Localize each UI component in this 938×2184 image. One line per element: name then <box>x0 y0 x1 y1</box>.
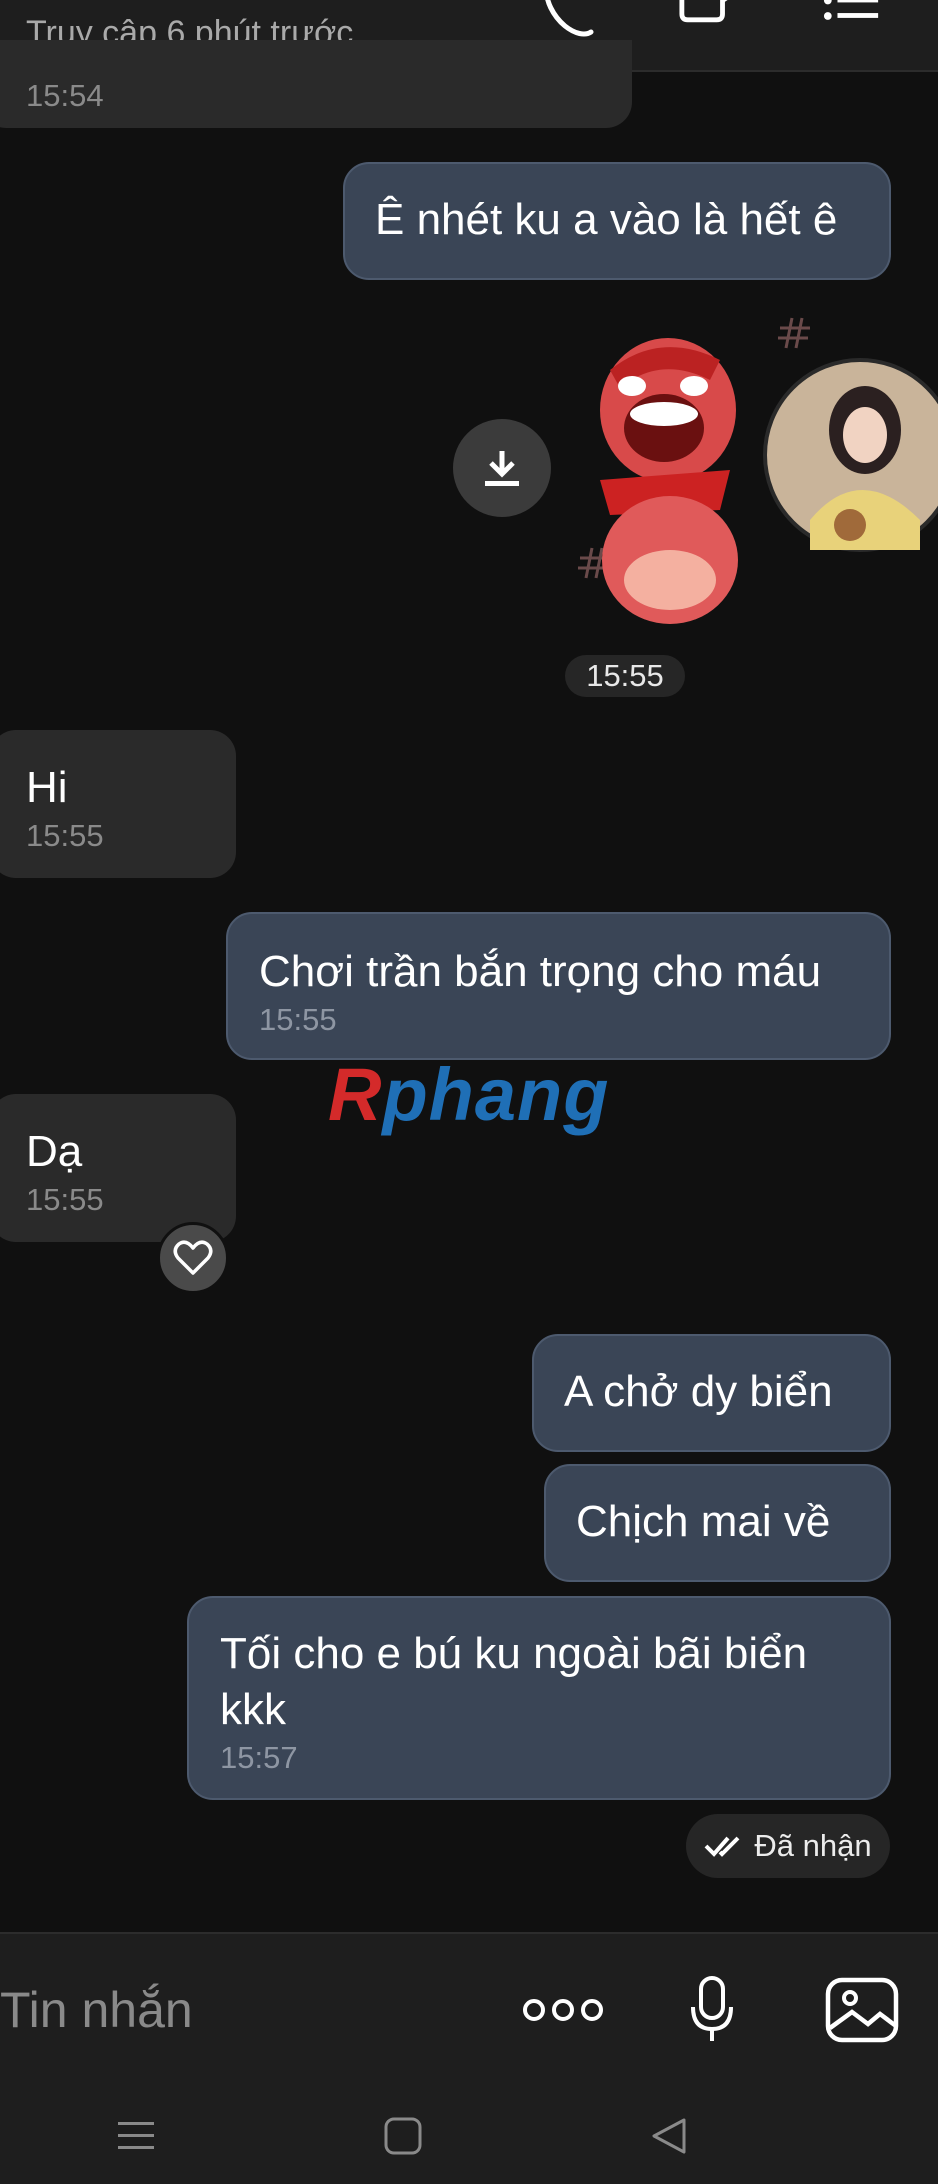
double-check-icon <box>704 1836 740 1857</box>
watermark-logo: Rphang <box>328 1053 610 1136</box>
message-text-line: Tối cho e bú ku ngoài bãi biển <box>220 1629 808 1678</box>
message-bubble-incoming[interactable]: Hi 15:55 <box>0 730 236 878</box>
message-bubble-outgoing[interactable]: Chịch mai về <box>544 1464 891 1582</box>
download-icon <box>485 451 519 486</box>
message-time: 15:55 <box>26 818 104 853</box>
menu-list-icon[interactable] <box>822 0 882 40</box>
home-icon[interactable] <box>373 2106 433 2166</box>
video-call-icon[interactable] <box>678 0 738 40</box>
message-composer <box>0 1932 938 2082</box>
message-bubble-outgoing[interactable]: A chở dy biển <box>532 1334 891 1452</box>
phone-icon[interactable] <box>537 0 597 40</box>
sticker-image[interactable] <box>560 310 938 630</box>
message-time: 15:54 <box>26 78 104 113</box>
message-text: Chịch mai về <box>576 1497 831 1546</box>
message-bubble-outgoing[interactable]: Ê nhét ku a vào là hết ê <box>343 162 891 280</box>
download-button[interactable] <box>453 419 551 517</box>
message-bubble-outgoing[interactable]: Chơi trần bắn trọng cho máu 15:55 <box>226 912 891 1060</box>
message-text: Hi <box>26 763 68 812</box>
image-icon[interactable] <box>822 1974 902 2046</box>
system-navigation-bar <box>0 2082 938 2184</box>
heart-icon <box>173 1240 213 1275</box>
message-text: Chơi trần bắn trọng cho máu <box>259 947 822 996</box>
message-text: Ê nhét ku a vào là hết ê <box>375 195 838 244</box>
back-icon[interactable] <box>640 2106 700 2166</box>
recent-apps-icon[interactable] <box>106 2106 166 2166</box>
react-heart-button[interactable] <box>157 1222 229 1294</box>
delivery-status-text: Đã nhận <box>754 1828 872 1863</box>
message-bubble-incoming[interactable]: Dạ 15:55 <box>0 1094 236 1242</box>
more-options-icon[interactable] <box>520 1980 606 2040</box>
message-text-line: kkk <box>220 1685 286 1734</box>
message-bubble-incoming[interactable]: 15:54 <box>0 40 632 128</box>
message-time: 15:57 <box>220 1740 298 1775</box>
message-text: A chở dy biển <box>564 1367 833 1416</box>
message-input[interactable] <box>0 1980 480 2040</box>
message-time: 15:55 <box>259 1002 337 1037</box>
delivery-status-badge: Đã nhận <box>686 1814 890 1878</box>
time-divider: 15:55 <box>565 655 685 697</box>
message-bubble-outgoing[interactable]: Tối cho e bú ku ngoài bãi biển kkk 15:57 <box>187 1596 891 1800</box>
message-time: 15:55 <box>26 1182 104 1217</box>
microphone-icon[interactable] <box>682 1974 742 2046</box>
message-text: Dạ <box>26 1127 83 1176</box>
